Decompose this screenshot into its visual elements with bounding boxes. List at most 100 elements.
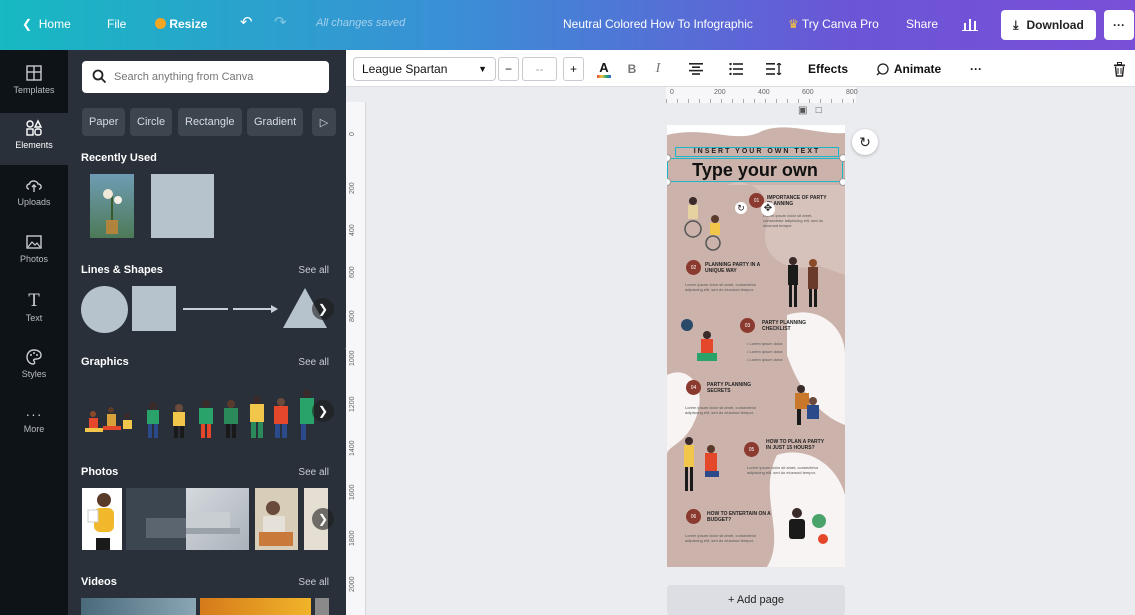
vertical-ruler: 0 200 400 600 800 1000 1200 1400 1600 18… <box>346 102 366 615</box>
font-size-decrease-button[interactable]: − <box>498 57 519 81</box>
heading-text[interactable]: Type your own <box>667 158 843 182</box>
home-button[interactable]: ❮ Home <box>22 17 71 31</box>
section-title: PARTY PLANNING CHECKLIST <box>762 320 806 332</box>
chips-next-arrow[interactable]: ▷ <box>312 108 336 136</box>
search-box[interactable] <box>82 61 329 93</box>
line-shape[interactable] <box>183 308 228 310</box>
align-center-icon <box>689 63 703 75</box>
illustration-people-hugging <box>795 385 819 425</box>
font-family-dropdown[interactable]: League Spartan ▼ <box>353 57 496 81</box>
rail-photos[interactable]: Photos <box>0 227 68 279</box>
rail-uploads[interactable]: Uploads <box>0 170 68 222</box>
design-page[interactable]: INSERT YOUR OWN TEXT Type your own 01 IM… <box>667 125 845 567</box>
rail-text[interactable]: T Text <box>0 285 68 337</box>
video-thumbnail-1[interactable] <box>81 598 196 615</box>
people-graphics-row[interactable] <box>81 378 351 444</box>
document-title[interactable]: Neutral Colored How To Infographic <box>563 17 753 31</box>
photo-thumbnail-laptop[interactable] <box>126 488 249 550</box>
download-icon: ⤓ <box>1013 17 1019 32</box>
chip-circle[interactable]: Circle <box>130 108 173 136</box>
section-number-badge: 05 <box>744 442 759 457</box>
rail-elements[interactable]: Elements <box>0 113 68 165</box>
photo-thumbnail-food[interactable] <box>255 488 298 550</box>
photos-see-all-link[interactable]: See all <box>298 467 329 478</box>
checklist-item: • Lorem ipsum dolor. <box>747 357 784 362</box>
lines-see-all-link[interactable]: See all <box>298 265 329 276</box>
arrow-line-shape[interactable] <box>233 308 273 310</box>
recent-photo-thumbnail[interactable] <box>90 174 134 238</box>
square-shape[interactable] <box>132 286 176 331</box>
bold-button[interactable]: B <box>624 57 640 81</box>
line-spacing-icon <box>766 63 782 75</box>
video-thumbnail-3[interactable] <box>315 598 329 615</box>
videos-see-all-link[interactable]: See all <box>298 577 329 588</box>
toolbar-more-button[interactable]: ··· <box>966 57 986 81</box>
editor-toolbar: League Spartan ▼ − -- + A B I Effects An… <box>346 50 1135 87</box>
add-page-button[interactable]: + Add page <box>667 585 845 615</box>
resize-button[interactable]: Resize <box>155 17 207 31</box>
ruler-v-label: 1200 <box>349 396 356 412</box>
shapes-next-arrow[interactable]: ❯ <box>312 298 334 320</box>
graphics-next-arrow[interactable]: ❯ <box>312 400 334 422</box>
section-number-badge: 04 <box>686 380 701 395</box>
circle-shape[interactable] <box>81 286 128 333</box>
undo-icon[interactable]: ↶ <box>240 13 253 31</box>
download-button[interactable]: ⤓ Download <box>1001 10 1096 40</box>
font-size-increase-button[interactable]: + <box>563 57 584 81</box>
move-handle-icon[interactable]: ✥ <box>761 202 775 216</box>
graphic-people-dancing[interactable] <box>250 396 288 438</box>
ruler-h-label: 400 <box>758 89 770 96</box>
graphic-people-sitting[interactable] <box>85 407 132 432</box>
spacing-button[interactable] <box>764 57 784 81</box>
ruler-v-label: 2000 <box>349 576 356 592</box>
file-menu[interactable]: File <box>107 17 126 31</box>
section-title: HOW TO PLAN A PARTY IN JUST 15 HOURS? <box>766 439 824 451</box>
chip-paper[interactable]: Paper <box>82 108 126 136</box>
rotate-page-button[interactable]: ↻ <box>852 129 878 155</box>
section-title: IMPORTANCE OF PARTY PLANNING <box>767 195 827 207</box>
align-center-button[interactable] <box>686 57 706 81</box>
list-button[interactable] <box>726 57 746 81</box>
chip-rectangle[interactable]: Rectangle <box>178 108 242 136</box>
share-button[interactable]: Share <box>906 17 938 31</box>
photos-heading: Photos <box>81 466 119 478</box>
ruler-v-label: 1000 <box>349 350 356 366</box>
graphic-people-standing[interactable] <box>147 402 185 438</box>
rail-more[interactable]: ··· More <box>0 400 68 452</box>
recent-square-shape[interactable] <box>151 174 214 238</box>
rail-templates[interactable]: Templates <box>0 58 68 110</box>
rail-styles[interactable]: Styles <box>0 342 68 394</box>
resize-handle[interactable] <box>839 178 845 186</box>
section-title: HOW TO ENTERTAIN ON A BUDGET? <box>707 511 771 523</box>
save-status: All changes saved <box>316 17 406 29</box>
photos-next-arrow[interactable]: ❯ <box>312 508 334 530</box>
text-color-button[interactable]: A <box>594 57 614 81</box>
effects-button[interactable]: Effects <box>804 57 852 81</box>
text-icon: T <box>28 291 40 311</box>
delete-button[interactable] <box>1111 57 1127 81</box>
more-options-button[interactable]: ··· <box>1104 10 1134 40</box>
font-size-input[interactable]: -- <box>522 57 557 81</box>
photo-thumbnail-person[interactable] <box>82 488 122 550</box>
graphic-people-greeting[interactable] <box>199 400 238 438</box>
resize-handle[interactable] <box>839 154 845 162</box>
animate-button[interactable]: Animate <box>871 57 946 81</box>
redo-icon[interactable]: ↷ <box>274 13 287 31</box>
ruler-h-label: 800 <box>846 89 858 96</box>
tagline-text[interactable]: INSERT YOUR OWN TEXT <box>675 147 839 157</box>
videos-heading: Videos <box>81 576 117 588</box>
insights-button[interactable] <box>962 17 978 34</box>
try-pro-button[interactable]: ♛ Try Canva Pro <box>788 17 879 31</box>
section-title: PARTY PLANNING SECRETS <box>707 382 751 394</box>
rotate-handle-icon[interactable]: ↻ <box>735 202 747 214</box>
chip-gradient[interactable]: Gradient <box>247 108 304 136</box>
italic-button[interactable]: I <box>650 57 666 81</box>
video-thumbnail-2[interactable] <box>200 598 311 615</box>
search-input[interactable] <box>114 67 319 87</box>
guide-toggle-icons[interactable]: ▣ □ <box>798 105 822 116</box>
search-icon <box>92 69 107 84</box>
palette-icon <box>26 349 42 365</box>
list-icon <box>729 63 743 75</box>
graphics-see-all-link[interactable]: See all <box>298 357 329 368</box>
ruler-v-label: 200 <box>349 182 356 194</box>
